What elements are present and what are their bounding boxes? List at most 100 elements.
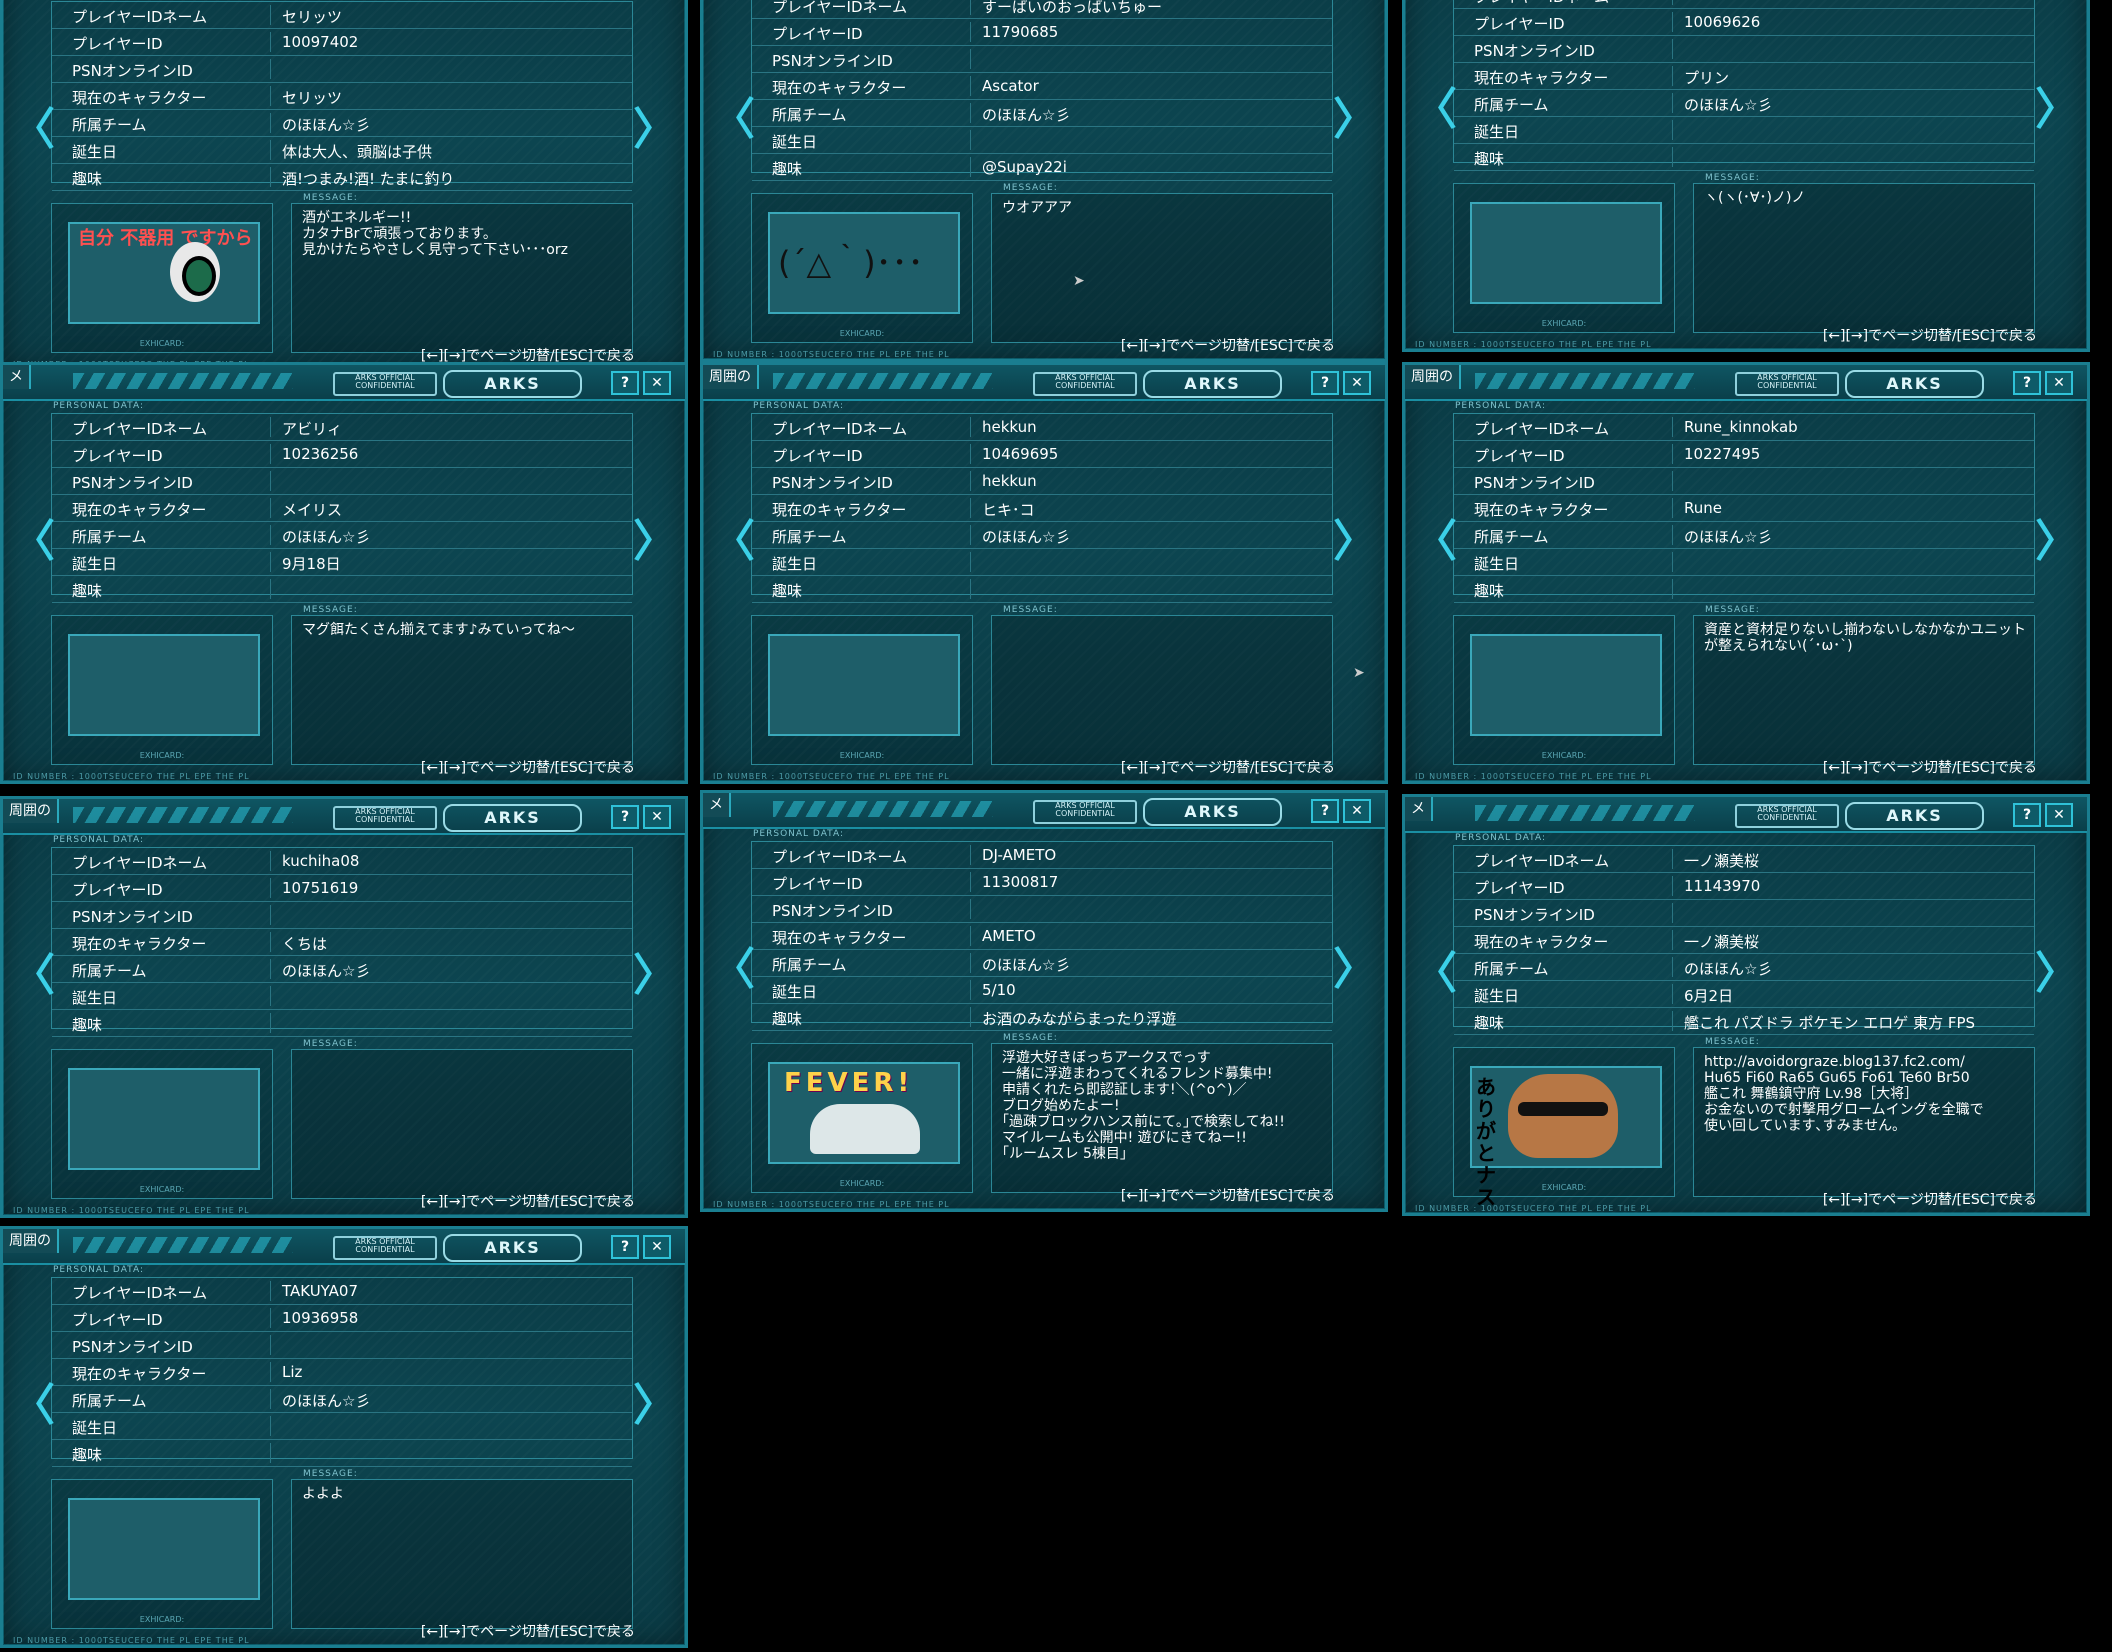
close-button[interactable]: ✕ — [643, 371, 671, 395]
profile-card: 周囲の ARKS OFFICIAL CONFIDENTIAL ARKS? ✕ PERSO… — [0, 796, 688, 1218]
field-row-id: プレイヤーID 11790685 — [752, 19, 1332, 46]
prev-page-arrow[interactable]: 〈 — [1413, 505, 1457, 569]
field-separator — [270, 113, 271, 133]
field-label-psn: PSNオンラインID — [72, 62, 193, 80]
message-box: よよよ — [291, 1479, 633, 1629]
message-box: マグ餌たくさん揃えてます♪みていってね～ — [291, 615, 633, 765]
window-tab-label[interactable]: 周囲の — [1405, 365, 1461, 389]
next-page-arrow[interactable]: 〉 — [633, 93, 677, 157]
window-tab-label[interactable]: メ — [3, 365, 31, 389]
field-value-id: 10236256 — [282, 445, 359, 463]
next-page-arrow[interactable]: 〉 — [1333, 83, 1377, 147]
message-label: MESSAGE: — [1705, 173, 1760, 183]
close-button[interactable]: ✕ — [643, 805, 671, 829]
field-label-char: 現在のキャラクター — [1474, 501, 1609, 519]
field-separator — [1672, 984, 1673, 1004]
personal-data-table: プレイヤーIDネーム DJ-AMETO プレイヤーID 11300817 PSNオンライ… — [751, 841, 1333, 1031]
field-row-birthday: 誕生日 — [1454, 549, 2034, 576]
window-tab-label[interactable]: メ — [1405, 797, 1433, 821]
field-value-team: のほほん☆彡 — [1684, 96, 1773, 114]
field-value-char: くちは — [282, 935, 328, 953]
field-row-id: プレイヤーID 10469695 — [752, 441, 1332, 468]
prev-page-arrow[interactable]: 〈 — [11, 939, 55, 1003]
close-button[interactable]: ✕ — [643, 1235, 671, 1259]
help-button[interactable]: ? — [611, 1235, 639, 1259]
window-tab-label[interactable]: 周囲の — [703, 365, 759, 389]
field-row-psn: PSNオンラインID — [52, 56, 632, 83]
prev-page-arrow[interactable]: 〈 — [711, 933, 755, 997]
field-label-id: プレイヤーID — [1474, 15, 1565, 33]
close-button[interactable]: ✕ — [2045, 803, 2073, 827]
field-separator — [970, 980, 971, 1000]
field-row-team: 所属チーム のほほん☆彡 — [52, 956, 632, 983]
help-button[interactable]: ? — [1311, 371, 1339, 395]
close-button[interactable]: ✕ — [1343, 799, 1371, 823]
window-tab-label[interactable]: メ — [703, 793, 731, 817]
field-row-birthday: 誕生日 — [52, 1413, 632, 1440]
field-row-hobby: 趣味 — [1454, 576, 2034, 603]
message-text: ウオアアア — [1002, 200, 1072, 216]
navigation-hint: [←][→]でページ切替/[ESC]で戻る — [1120, 760, 1335, 776]
close-button[interactable]: ✕ — [1343, 371, 1371, 395]
field-row-team: 所属チーム のほほん☆彡 — [752, 100, 1332, 127]
prev-page-arrow[interactable]: 〈 — [11, 505, 55, 569]
field-row-id: プレイヤーID 10236256 — [52, 441, 632, 468]
message-text: よよよ — [302, 1486, 344, 1502]
field-value-id: 11143970 — [1684, 877, 1761, 895]
window-tab-label[interactable]: 周囲の — [3, 799, 59, 823]
exhicard-frame: EXHICARD: — [51, 615, 273, 765]
prev-page-arrow[interactable]: 〈 — [11, 1369, 55, 1433]
field-label-char: 現在のキャラクター — [1474, 933, 1609, 951]
next-page-arrow[interactable]: 〉 — [633, 1369, 677, 1433]
field-row-name: プレイヤーIDネーム 一ノ瀬美桜 — [1454, 846, 2034, 873]
prev-page-arrow[interactable]: 〈 — [711, 83, 755, 147]
field-value-char: プリン — [1684, 69, 1730, 87]
next-page-arrow[interactable]: 〉 — [1333, 933, 1377, 997]
next-page-arrow[interactable]: 〉 — [633, 505, 677, 569]
exhicard-image — [68, 1068, 260, 1170]
field-label-team: 所属チーム — [72, 528, 147, 546]
help-button[interactable]: ? — [2013, 371, 2041, 395]
prev-page-arrow[interactable]: 〈 — [1413, 73, 1457, 137]
field-label-birthday: 誕生日 — [1474, 555, 1520, 573]
next-page-arrow[interactable]: 〉 — [2035, 505, 2079, 569]
prev-page-arrow[interactable]: 〈 — [711, 505, 755, 569]
field-row-hobby: 趣味 お酒のみながらまったり浮遊 — [752, 1004, 1332, 1031]
field-label-name: プレイヤーIDネーム — [1474, 420, 1610, 438]
id-number-ticker: ID NUMBER : 1000TSEUCEFO THE PL EPE THE … — [713, 772, 950, 781]
field-separator — [270, 1013, 271, 1033]
next-page-arrow[interactable]: 〉 — [633, 939, 677, 1003]
field-label-birthday: 誕生日 — [72, 555, 118, 573]
field-label-hobby: 趣味 — [772, 582, 803, 600]
prev-page-arrow[interactable]: 〈 — [11, 93, 55, 157]
window-tab-label[interactable]: 周囲の — [3, 1229, 59, 1253]
exhicard-label: EXHICARD: — [839, 1179, 885, 1188]
field-label-hobby: 趣味 — [772, 160, 803, 178]
arks-emblem-logo: ARKS OFFICIAL CONFIDENTIAL — [1735, 804, 1839, 828]
arks-card-logo: ARKS — [1845, 802, 1984, 830]
field-label-psn: PSNオンラインID — [1474, 42, 1595, 60]
field-row-name: プレイヤーIDネーム セリッツ — [52, 2, 632, 29]
next-page-arrow[interactable]: 〉 — [2035, 73, 2079, 137]
field-row-team: 所属チーム のほほん☆彡 — [1454, 90, 2034, 117]
message-text: 酒がエネルギー!! カタナBrで頑張っております。 見かけたらやさしく見守って下… — [302, 210, 568, 258]
field-label-team: 所属チーム — [772, 956, 847, 974]
personal-data-table: プレイヤーIDネーム すーぱいのおっぱいちゅー プレイヤーID 11790685 PSN… — [751, 0, 1333, 181]
personal-data-label: PERSONAL DATA: — [753, 401, 844, 411]
field-separator — [270, 471, 271, 491]
field-separator — [1672, 1011, 1673, 1031]
help-button[interactable]: ? — [2013, 803, 2041, 827]
field-label-id: プレイヤーID — [72, 881, 163, 899]
help-button[interactable]: ? — [1311, 799, 1339, 823]
close-button[interactable]: ✕ — [2045, 371, 2073, 395]
next-page-arrow[interactable]: 〉 — [2035, 937, 2079, 1001]
field-row-char: 現在のキャラクター AMETO — [752, 923, 1332, 950]
field-row-team: 所属チーム のほほん☆彡 — [52, 110, 632, 137]
next-page-arrow[interactable]: 〉 — [1333, 505, 1377, 569]
prev-page-arrow[interactable]: 〈 — [1413, 937, 1457, 1001]
field-value-team: のほほん☆彡 — [282, 116, 371, 134]
help-button[interactable]: ? — [611, 805, 639, 829]
field-row-psn: PSNオンラインID hekkun — [752, 468, 1332, 495]
help-button[interactable]: ? — [611, 371, 639, 395]
arks-card-logo: ARKS — [1143, 370, 1282, 398]
